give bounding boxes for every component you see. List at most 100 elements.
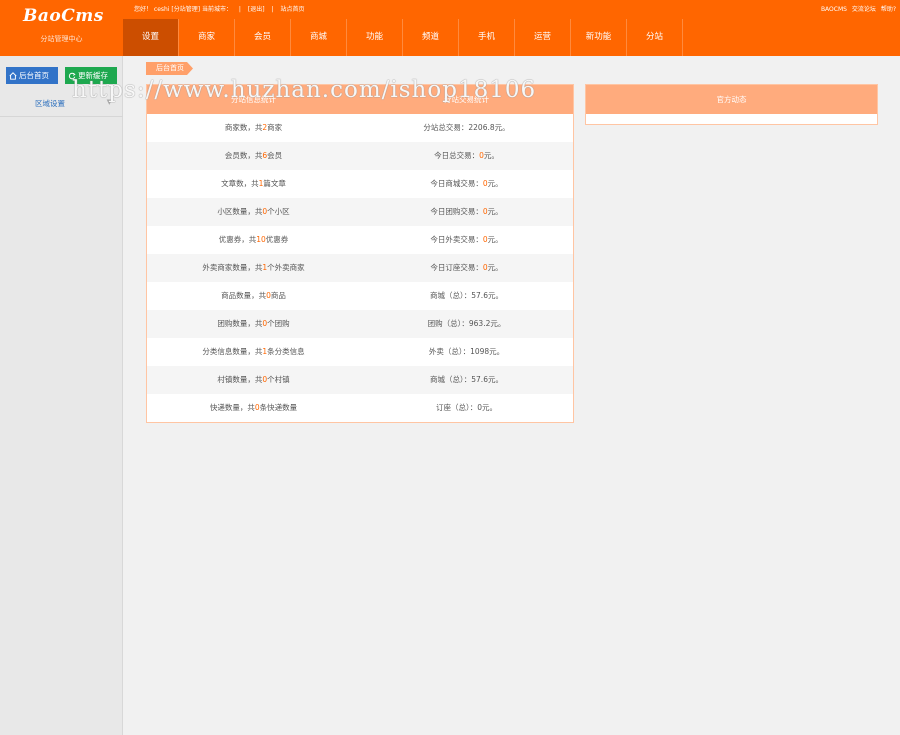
nav-mobile[interactable]: 手机 [459, 19, 515, 56]
stat-left-value: 10 [256, 235, 266, 244]
stat-right-suffix: 元。 [487, 235, 503, 244]
stat-left-cell: 商家数，共2商家 [147, 114, 360, 142]
stat-right-suffix: 2206.8元。 [468, 123, 510, 132]
logo[interactable]: BaoCms 分站管理中心 [0, 0, 123, 56]
nav-settings[interactable]: 设置 [123, 19, 179, 56]
stat-left-suffix: 个外卖商家 [267, 263, 305, 272]
user-info: 您好！ ceshi [分站管理] 当前城市： | [退出] | 站点首页 [134, 4, 309, 13]
logo-text: BaoCms [23, 6, 104, 26]
official-news-panel: 官方动态 [585, 84, 878, 125]
stat-right-label: 今日外卖交易： [430, 235, 483, 244]
stat-right-cell: 商城（总）：57.6元。 [360, 366, 573, 394]
stat-left-cell: 外卖商家数量，共1个外卖商家 [147, 254, 360, 282]
stat-left-cell: 会员数，共6会员 [147, 142, 360, 170]
table-row: 团购数量，共0个团购 团购（总）：963.2元。 [147, 310, 573, 338]
stat-left-suffix: 商家 [267, 123, 283, 132]
stat-right-cell: 今日团购交易：0元。 [360, 198, 573, 226]
stat-right-cell: 今日商城交易：0元。 [360, 170, 573, 198]
stat-right-label: 订座（总）： [435, 403, 478, 412]
stat-left-suffix: 优惠券 [265, 235, 289, 244]
stat-left-label: 快递数量，共 [209, 403, 255, 412]
table-row: 村镇数量，共0个村镇 商城（总）：57.6元。 [147, 366, 573, 394]
stat-right-suffix: 元。 [487, 263, 503, 272]
admin-home-label: 后台首页 [19, 71, 49, 80]
stat-right-suffix: 57.6元。 [471, 291, 503, 300]
stat-left-label: 外卖商家数量，共 [202, 263, 263, 272]
forum-link[interactable]: 交流论坛 [852, 6, 876, 13]
table-row: 外卖商家数量，共1个外卖商家 今日订座交易：0元。 [147, 254, 573, 282]
nav-mall[interactable]: 商城 [291, 19, 347, 56]
stat-left-label: 文章数，共 [221, 179, 259, 188]
nav-member[interactable]: 会员 [235, 19, 291, 56]
sidebar-divider [0, 116, 123, 117]
watermark: https://www.huzhan.com/ishop18106 [72, 77, 537, 103]
stats-rows: 商家数，共2商家 分站总交易：2206.8元。 会员数，共6会员 今日总交易：0元。文… [147, 114, 573, 422]
nav-operations[interactable]: 运营 [515, 19, 571, 56]
top-header: BaoCms 分站管理中心 您好！ ceshi [分站管理] 当前城市： | [… [0, 0, 900, 56]
stat-left-suffix: 会员 [267, 151, 283, 160]
stat-right-label: 团购（总）： [427, 319, 469, 328]
stat-right-suffix: 1098元。 [470, 347, 505, 356]
stat-right-cell: 团购（总）：963.2元。 [360, 310, 573, 338]
stat-right-suffix: 57.6元。 [471, 375, 503, 384]
official-news-title: 官方动态 [586, 85, 877, 114]
stat-left-cell: 商品数量，共0商品 [147, 282, 360, 310]
stat-right-cell: 今日总交易：0元。 [360, 142, 573, 170]
nav-merchant[interactable]: 商家 [179, 19, 235, 56]
stat-left-cell: 村镇数量，共0个村镇 [147, 366, 360, 394]
stat-right-cell: 今日订座交易：0元。 [360, 254, 573, 282]
stat-right-suffix: 元。 [487, 179, 503, 188]
logout-link[interactable]: [退出] [248, 6, 265, 13]
nav-substation[interactable]: 分站 [627, 19, 683, 56]
stat-right-suffix: 0元。 [477, 403, 498, 412]
welcome-text: 您好！ ceshi [分站管理] 当前城市： [134, 6, 232, 13]
top-right-links: BAOCMS 交流论坛 帮助? [818, 4, 896, 13]
table-row: 文章数，共1篇文章 今日商城交易：0元。 [147, 170, 573, 198]
table-row: 快递数量，共0条快递数量 订座（总）：0元。 [147, 394, 573, 422]
table-row: 商家数，共2商家 分站总交易：2206.8元。 [147, 114, 573, 142]
stat-right-label: 今日商城交易： [430, 179, 483, 188]
stat-left-suffix: 商品 [270, 291, 286, 300]
stat-left-suffix: 个村镇 [267, 375, 290, 384]
breadcrumb[interactable]: 后台首页 [146, 62, 193, 75]
stats-panel: 分站信息统计 分站交易统计 商家数，共2商家 分站总交易：2206.8元。 会员数，… [146, 84, 574, 423]
stat-right-label: 今日总交易： [434, 151, 480, 160]
stat-left-cell: 小区数量，共0个小区 [147, 198, 360, 226]
stat-right-suffix: 963.2元。 [468, 319, 506, 328]
baocms-link[interactable]: BAOCMS [821, 6, 847, 13]
stat-left-label: 商品数量，共 [221, 291, 267, 300]
stat-left-suffix: 个小区 [267, 207, 290, 216]
home-icon [9, 71, 17, 80]
stat-right-cell: 订座（总）：0元。 [360, 394, 573, 422]
nav-functions[interactable]: 功能 [347, 19, 403, 56]
stat-right-suffix: 元。 [487, 207, 503, 216]
table-row: 商品数量，共0商品 商城（总）：57.6元。 [147, 282, 573, 310]
stat-right-cell: 商城（总）：57.6元。 [360, 282, 573, 310]
help-link[interactable]: 帮助? [881, 6, 896, 13]
stat-left-cell: 快递数量，共0条快递数量 [147, 394, 360, 422]
stat-left-cell: 文章数，共1篇文章 [147, 170, 360, 198]
sidebar: 后台首页 更新缓存 区域设置 ▼ [0, 56, 123, 735]
stat-right-label: 商城（总）： [430, 291, 472, 300]
table-row: 分类信息数量，共1条分类信息 外卖（总）：1098元。 [147, 338, 573, 366]
stat-left-label: 优惠券，共 [218, 235, 257, 244]
stat-right-cell: 分站总交易：2206.8元。 [360, 114, 573, 142]
site-home-link[interactable]: 站点首页 [280, 6, 304, 13]
nav-new-functions[interactable]: 新功能 [571, 19, 627, 56]
stat-left-suffix: 条快递数量 [259, 403, 298, 412]
stat-right-label: 分站总交易： [423, 123, 469, 132]
main-nav: 设置 商家 会员 商城 功能 频道 手机 运营 新功能 分站 [123, 19, 683, 56]
stat-right-suffix: 元。 [483, 151, 499, 160]
stat-left-cell: 分类信息数量，共1条分类信息 [147, 338, 360, 366]
stat-left-label: 村镇数量，共 [217, 375, 263, 384]
stat-right-cell: 外卖（总）：1098元。 [360, 338, 573, 366]
nav-channel[interactable]: 频道 [403, 19, 459, 56]
stat-right-label: 今日团购交易： [430, 207, 483, 216]
admin-home-button[interactable]: 后台首页 [6, 67, 58, 84]
stat-left-label: 小区数量，共 [217, 207, 263, 216]
stat-right-cell: 今日外卖交易：0元。 [360, 226, 573, 254]
stat-left-cell: 优惠券，共10优惠券 [147, 226, 360, 254]
stat-left-cell: 团购数量，共0个团购 [147, 310, 360, 338]
stat-left-suffix: 篇文章 [263, 179, 286, 188]
divider: | [271, 6, 274, 13]
